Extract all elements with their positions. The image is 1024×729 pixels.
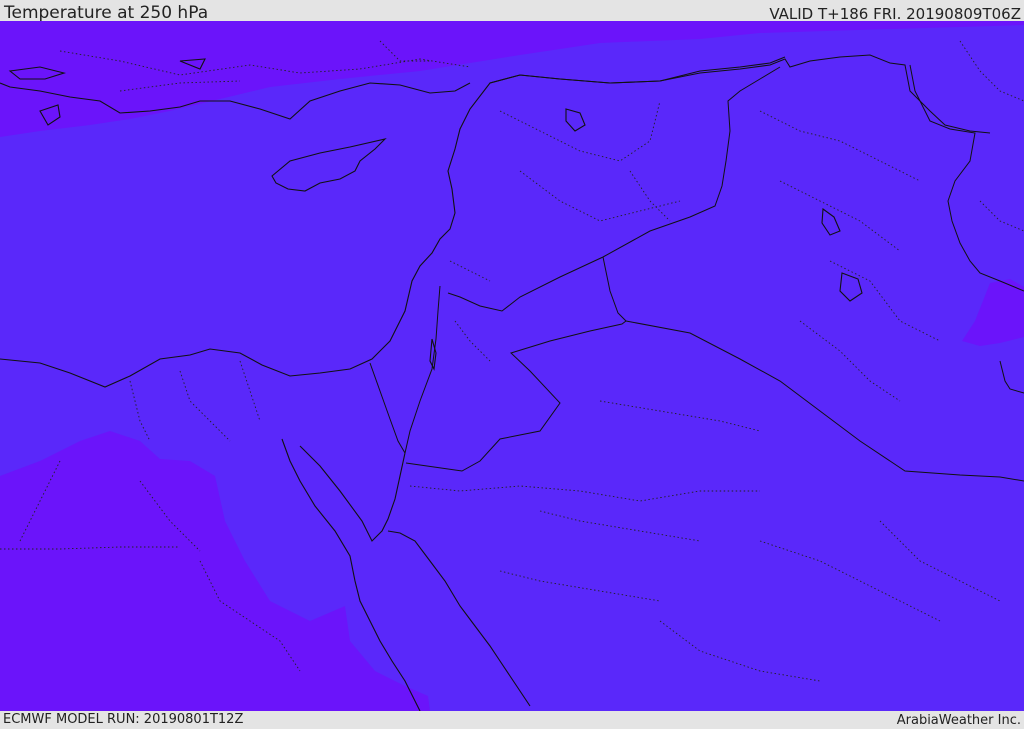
footer-bar: ECMWF MODEL RUN: 20190801T12Z ArabiaWeat… bbox=[0, 711, 1024, 729]
credit-label: ArabiaWeather Inc. bbox=[896, 713, 1021, 728]
model-run-label: ECMWF MODEL RUN: 20190801T12Z bbox=[3, 712, 244, 727]
temperature-map bbox=[0, 21, 1024, 711]
map-canvas bbox=[0, 21, 1024, 711]
header-bar: Temperature at 250 hPa VALID T+186 FRI. … bbox=[0, 0, 1024, 23]
map-title: Temperature at 250 hPa bbox=[4, 3, 209, 23]
map-viewer: Temperature at 250 hPa VALID T+186 FRI. … bbox=[0, 0, 1024, 729]
